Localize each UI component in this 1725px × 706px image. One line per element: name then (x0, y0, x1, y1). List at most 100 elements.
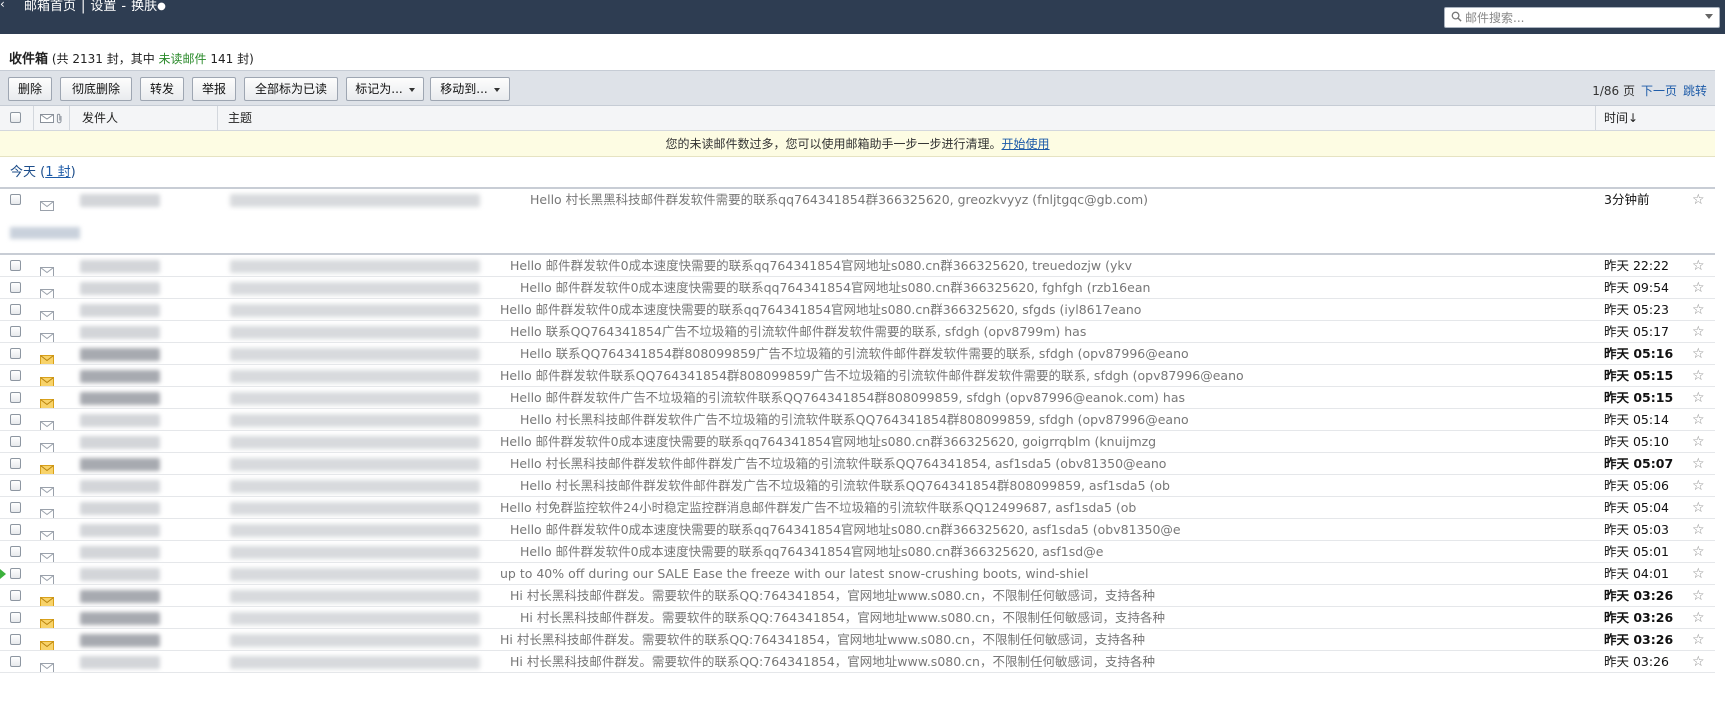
row-checkbox[interactable] (10, 282, 21, 293)
subject-preview[interactable]: Hello 村长黑科技邮件群发软件邮件群发广告不垃圾箱的引流软件联系QQ7643… (510, 453, 1166, 474)
subject-preview[interactable]: Hello 邮件群发软件0成本速度快需要的联系qq764341854官网地址s0… (510, 255, 1132, 276)
row-checkbox[interactable] (10, 546, 21, 557)
mail-row[interactable]: Hello 村长黑黑科技邮件群发软件需要的联系qq764341854群36632… (0, 189, 1715, 211)
mail-row[interactable]: Hello 邮件群发软件联系QQ764341854群808099859广告不垃圾… (0, 365, 1715, 387)
row-checkbox[interactable] (10, 326, 21, 337)
search-input[interactable] (1465, 9, 1695, 26)
mail-home-link[interactable]: 邮箱首页 (24, 0, 76, 14)
star-icon[interactable]: ☆ (1692, 255, 1705, 276)
mail-row[interactable]: Hello 联系QQ764341854广告不垃圾箱的引流软件邮件群发软件需要的联… (0, 321, 1715, 343)
next-page-link[interactable]: 下一页 (1641, 84, 1677, 98)
subject-preview[interactable]: up to 40% off during our SALE Ease the f… (500, 563, 1088, 584)
mail-search-box[interactable] (1444, 7, 1720, 28)
row-checkbox[interactable] (10, 524, 21, 535)
mail-row[interactable]: Hi 村长黑科技邮件群发。需要软件的联系QQ:764341854，官网地址www… (0, 585, 1715, 607)
subject-preview[interactable]: Hello 邮件群发软件0成本速度快需要的联系qq764341854官网地址s0… (520, 277, 1150, 298)
star-icon[interactable]: ☆ (1692, 387, 1705, 408)
row-checkbox[interactable] (10, 480, 21, 491)
star-icon[interactable]: ☆ (1692, 365, 1705, 386)
mail-row[interactable]: Hello 邮件群发软件0成本速度快需要的联系qq764341854官网地址s0… (0, 431, 1715, 453)
subject-preview[interactable]: Hello 邮件群发软件0成本速度快需要的联系qq764341854官网地址s0… (510, 519, 1181, 540)
star-icon[interactable]: ☆ (1692, 343, 1705, 364)
row-checkbox[interactable] (10, 436, 21, 447)
mail-row[interactable]: Hello 村免群监控软件24小时稳定监控群消息邮件群发广告不垃圾箱的引流软件联… (0, 497, 1715, 519)
star-icon[interactable]: ☆ (1692, 497, 1705, 518)
forward-button[interactable]: 转发 (140, 77, 184, 101)
row-checkbox[interactable] (10, 392, 21, 403)
subject-preview[interactable]: Hello 联系QQ764341854群808099859广告不垃圾箱的引流软件… (520, 343, 1189, 364)
star-icon[interactable]: ☆ (1692, 277, 1705, 298)
star-icon[interactable]: ☆ (1692, 585, 1705, 606)
subject-preview[interactable]: Hi 村长黑科技邮件群发。需要软件的联系QQ:764341854，官网地址www… (500, 629, 1145, 650)
mail-row[interactable]: Hello 联系QQ764341854群808099859广告不垃圾箱的引流软件… (0, 343, 1715, 365)
star-icon[interactable]: ☆ (1692, 189, 1705, 211)
star-icon[interactable]: ☆ (1692, 651, 1705, 672)
subject-preview[interactable]: Hello 村长黑科技邮件群发软件邮件群发广告不垃圾箱的引流软件联系QQ7643… (520, 475, 1170, 496)
subject-preview[interactable]: Hello 联系QQ764341854广告不垃圾箱的引流软件邮件群发软件需要的联… (510, 321, 1086, 342)
settings-link[interactable]: 设置 (90, 0, 116, 14)
mark-all-read-button[interactable]: 全部标为已读 (244, 77, 338, 101)
mail-row[interactable]: Hello 邮件群发软件0成本速度快需要的联系qq764341854官网地址s0… (0, 299, 1715, 321)
mail-row[interactable]: up to 40% off during our SALE Ease the f… (0, 563, 1715, 585)
subject-preview[interactable]: Hello 村长黑科技邮件群发软件广告不垃圾箱的引流软件联系QQ76434185… (520, 409, 1189, 430)
unread-mail-link[interactable]: 未读邮件 (159, 52, 207, 66)
star-icon[interactable]: ☆ (1692, 299, 1705, 320)
row-checkbox[interactable] (10, 414, 21, 425)
group-today-count-link[interactable]: 1 封 (45, 165, 70, 180)
row-checkbox[interactable] (10, 370, 21, 381)
mail-row[interactable]: Hello 村长黑科技邮件群发软件邮件群发广告不垃圾箱的引流软件联系QQ7643… (0, 475, 1715, 497)
subject-column-header[interactable]: 主题 (218, 106, 1596, 130)
star-icon[interactable]: ☆ (1692, 519, 1705, 540)
jump-link[interactable]: 跳转 (1683, 84, 1707, 98)
subject-preview[interactable]: Hi 村长黑科技邮件群发。需要软件的联系QQ:764341854，官网地址www… (520, 607, 1165, 628)
start-using-link[interactable]: 开始使用 (1002, 137, 1050, 151)
move-to-dropdown[interactable]: 移动到... (430, 77, 510, 101)
status-column[interactable] (34, 106, 70, 130)
subject-preview[interactable]: Hi 村长黑科技邮件群发。需要软件的联系QQ:764341854，官网地址www… (510, 651, 1155, 672)
star-icon[interactable]: ☆ (1692, 563, 1705, 584)
delete-button[interactable]: 删除 (8, 77, 52, 101)
mail-row[interactable]: Hi 村长黑科技邮件群发。需要软件的联系QQ:764341854，官网地址www… (0, 651, 1715, 673)
subject-preview[interactable]: Hi 村长黑科技邮件群发。需要软件的联系QQ:764341854，官网地址www… (510, 585, 1155, 606)
star-icon[interactable]: ☆ (1692, 453, 1705, 474)
star-icon[interactable]: ☆ (1692, 475, 1705, 496)
row-checkbox[interactable] (10, 260, 21, 271)
star-icon[interactable]: ☆ (1692, 321, 1705, 342)
row-checkbox[interactable] (10, 634, 21, 645)
mail-row[interactable]: Hi 村长黑科技邮件群发。需要软件的联系QQ:764341854，官网地址www… (0, 607, 1715, 629)
mail-row[interactable]: Hello 邮件群发软件广告不垃圾箱的引流软件联系QQ764341854群808… (0, 387, 1715, 409)
subject-preview[interactable]: Hello 邮件群发软件0成本速度快需要的联系qq764341854官网地址s0… (520, 541, 1103, 562)
star-icon[interactable]: ☆ (1692, 629, 1705, 650)
row-checkbox[interactable] (10, 612, 21, 623)
mail-row[interactable]: Hello 村长黑科技邮件群发软件广告不垃圾箱的引流软件联系QQ76434185… (0, 409, 1715, 431)
mark-as-dropdown[interactable]: 标记为... (346, 77, 424, 101)
row-checkbox[interactable] (10, 348, 21, 359)
row-checkbox[interactable] (10, 502, 21, 513)
subject-preview[interactable]: Hello 邮件群发软件广告不垃圾箱的引流软件联系QQ764341854群808… (510, 387, 1185, 408)
purge-button[interactable]: 彻底删除 (60, 77, 132, 101)
back-arrow-icon[interactable]: ‹ (0, 0, 8, 10)
report-button[interactable]: 举报 (192, 77, 236, 101)
subject-preview[interactable]: Hello 邮件群发软件0成本速度快需要的联系qq764341854官网地址s0… (500, 431, 1156, 452)
row-checkbox[interactable] (10, 590, 21, 601)
star-icon[interactable]: ☆ (1692, 541, 1705, 562)
subject-preview[interactable]: Hello 邮件群发软件0成本速度快需要的联系qq764341854官网地址s0… (500, 299, 1141, 320)
select-all-checkbox[interactable] (10, 112, 21, 123)
row-checkbox[interactable] (10, 304, 21, 315)
row-checkbox[interactable] (10, 656, 21, 667)
skin-link[interactable]: 换肤 (131, 0, 157, 14)
row-checkbox[interactable] (10, 458, 21, 469)
mail-row[interactable]: Hello 邮件群发软件0成本速度快需要的联系qq764341854官网地址s0… (0, 277, 1715, 299)
mail-row[interactable]: Hi 村长黑科技邮件群发。需要软件的联系QQ:764341854，官网地址www… (0, 629, 1715, 651)
star-icon[interactable]: ☆ (1692, 607, 1705, 628)
subject-preview[interactable]: Hello 邮件群发软件联系QQ764341854群808099859广告不垃圾… (500, 365, 1244, 386)
row-checkbox[interactable] (10, 568, 21, 579)
mail-row[interactable]: Hello 邮件群发软件0成本速度快需要的联系qq764341854官网地址s0… (0, 255, 1715, 277)
subject-preview[interactable]: Hello 村免群监控软件24小时稳定监控群消息邮件群发广告不垃圾箱的引流软件联… (500, 497, 1136, 518)
subject-preview[interactable]: Hello 村长黑黑科技邮件群发软件需要的联系qq764341854群36632… (530, 189, 1148, 211)
sender-column-header[interactable]: 发件人 (70, 106, 218, 130)
mail-row[interactable]: Hello 村长黑科技邮件群发软件邮件群发广告不垃圾箱的引流软件联系QQ7643… (0, 453, 1715, 475)
mail-row[interactable]: Hello 邮件群发软件0成本速度快需要的联系qq764341854官网地址s0… (0, 519, 1715, 541)
mail-row[interactable]: Hello 邮件群发软件0成本速度快需要的联系qq764341854官网地址s0… (0, 541, 1715, 563)
row-checkbox[interactable] (10, 194, 21, 205)
